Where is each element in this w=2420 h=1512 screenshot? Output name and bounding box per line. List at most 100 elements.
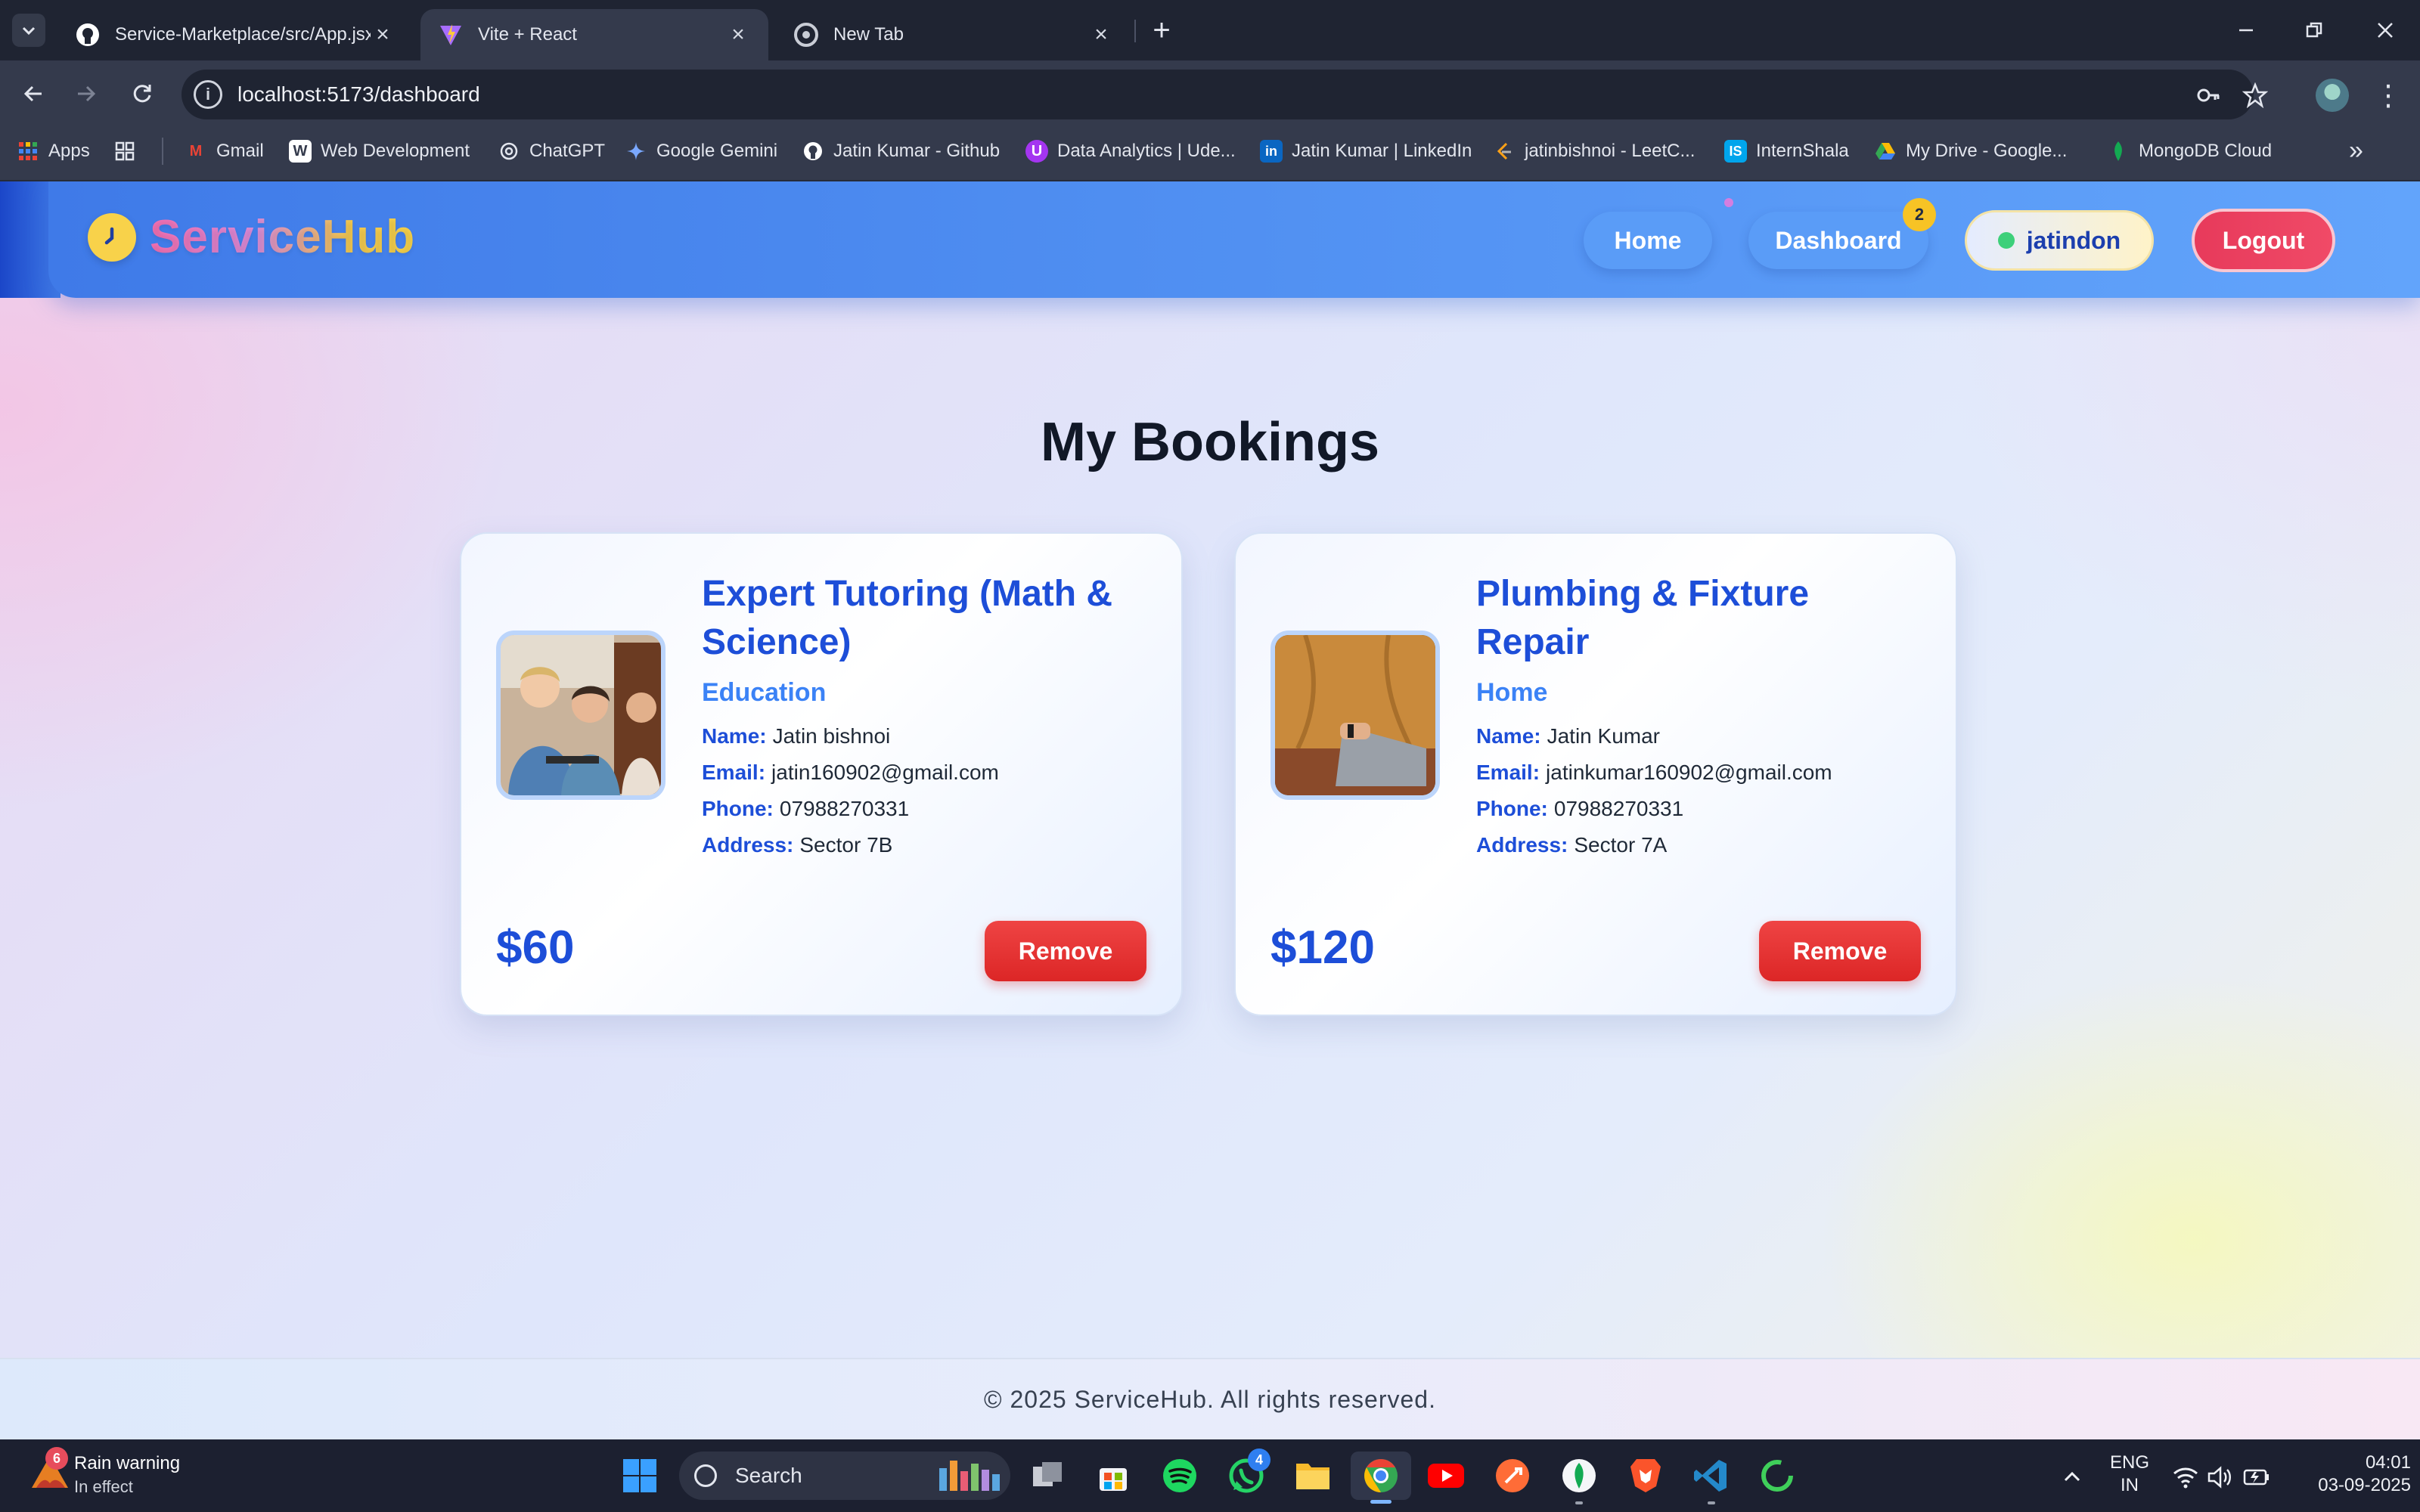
user-badge[interactable]: jatindon [1965, 210, 2154, 271]
back-button[interactable] [15, 76, 51, 112]
bookmark-google-gemini[interactable]: Google Gemini [625, 136, 777, 166]
vscode-icon[interactable] [1691, 1456, 1730, 1495]
tab-groups-button[interactable] [113, 136, 145, 166]
plumbing-photo [1270, 631, 1440, 800]
chevron-up-icon[interactable] [2059, 1464, 2086, 1491]
customer-phone: 07988270331 [779, 797, 910, 820]
address-url[interactable]: localhost:5173/dashboard [237, 80, 480, 109]
nav-home-button[interactable]: Home [1584, 212, 1712, 269]
service-title: Expert Tutoring (Math & Science) [702, 574, 1113, 662]
windows-start-icon[interactable] [620, 1456, 659, 1495]
customer-email-row: Email: jatinkumar160902@gmail.com [1476, 758, 1832, 788]
site-info-icon[interactable]: i [194, 80, 222, 109]
tab-new-tab[interactable]: New Tab × [776, 9, 1131, 60]
bookmark-google-drive[interactable]: My Drive - Google... [1874, 136, 2067, 166]
active-app-indicator [1370, 1500, 1392, 1504]
clock[interactable]: 04:01 03-09-2025 [2290, 1452, 2411, 1497]
tab-search-button[interactable] [12, 14, 45, 47]
bookmark-linkedin[interactable]: in Jatin Kumar | LinkedIn [1260, 136, 1472, 166]
close-icon[interactable]: × [371, 22, 395, 47]
customer-name-row: Name: Jatin Kumar [1476, 721, 1660, 751]
battery-icon[interactable] [2243, 1464, 2270, 1491]
bookmark-mongodb[interactable]: MongoDB Cloud [2107, 136, 2272, 166]
wordpress-icon: W [289, 140, 312, 163]
field-label: Name: [702, 724, 767, 748]
github-icon [76, 23, 100, 47]
address-bar[interactable] [182, 70, 2254, 119]
bookmark-chatgpt[interactable]: ChatGPT [498, 136, 605, 166]
spotify-icon[interactable] [1160, 1456, 1199, 1495]
chrome-icon[interactable] [1361, 1456, 1401, 1495]
volume-icon[interactable] [2207, 1464, 2234, 1491]
brave-icon[interactable] [1626, 1456, 1665, 1495]
password-key-icon[interactable] [2192, 79, 2225, 112]
reload-button[interactable] [124, 76, 160, 112]
booking-price: $120 [1270, 922, 1375, 974]
tab-title: Service-Marketplace/src/App.jsx [115, 24, 371, 45]
bookmark-apps[interactable]: Apps [17, 136, 90, 166]
bookmark-leetcode[interactable]: jatinbishnoi - LeetC... [1493, 136, 1695, 166]
bookmark-web-development[interactable]: W Web Development [289, 136, 470, 166]
minimize-icon [2239, 29, 2253, 32]
clock-logo-icon[interactable] [88, 213, 136, 262]
tab-separator [1134, 20, 1136, 42]
udemy-icon: U [1025, 140, 1048, 163]
bookmark-github[interactable]: Jatin Kumar - Github [802, 136, 1000, 166]
logout-button[interactable]: Logout [2192, 209, 2335, 272]
bookmark-gmail[interactable]: M Gmail [185, 136, 264, 166]
running-app-indicator [1575, 1501, 1583, 1504]
search-icon [694, 1464, 717, 1487]
close-icon[interactable]: × [1089, 22, 1113, 47]
close-window-button[interactable] [2363, 11, 2408, 50]
weather-title[interactable]: Rain warning [74, 1452, 180, 1476]
close-icon[interactable]: × [726, 22, 750, 47]
mongodb-leaf-icon [2107, 140, 2130, 163]
leetcode-icon [1493, 140, 1516, 163]
more-menu-icon[interactable]: ⋮ [2373, 79, 2403, 112]
file-explorer-icon[interactable] [1293, 1456, 1333, 1495]
brand-logo[interactable]: ServiceHub [150, 209, 415, 266]
linkedin-icon: in [1260, 140, 1283, 163]
chatgpt-icon [498, 140, 520, 163]
bookmark-udemy[interactable]: U Data Analytics | Ude... [1025, 136, 1236, 166]
postman-icon[interactable] [1493, 1456, 1532, 1495]
youtube-icon[interactable] [1426, 1456, 1466, 1495]
running-app-indicator [1708, 1501, 1715, 1504]
restore-button[interactable] [2291, 11, 2337, 50]
tab-github[interactable]: Service-Marketplace/src/App.jsx × [57, 9, 413, 60]
page-title: My Bookings [1040, 412, 1380, 472]
loading-spinner-icon[interactable] [1758, 1456, 1797, 1495]
microsoft-store-icon[interactable] [1094, 1456, 1133, 1495]
tab-vite-react[interactable]: Vite + React × [420, 9, 768, 60]
whatsapp-unread-badge: 4 [1248, 1448, 1270, 1471]
weather-subtitle[interactable]: In effect [74, 1476, 133, 1498]
new-tab-button[interactable]: + [1145, 14, 1178, 47]
profile-avatar[interactable] [2316, 79, 2349, 112]
field-label: Email: [1476, 761, 1540, 784]
mongodb-compass-icon[interactable] [1559, 1456, 1599, 1495]
bookmarks-separator [162, 138, 163, 165]
remove-booking-button[interactable]: Remove [985, 921, 1146, 981]
bookmark-internshala[interactable]: IS InternShala [1724, 136, 1849, 166]
field-label: Email: [702, 761, 766, 784]
language-indicator[interactable]: ENG IN [2105, 1452, 2154, 1497]
remove-booking-button[interactable]: Remove [1759, 921, 1921, 981]
customer-phone-row: Phone: 07988270331 [702, 794, 909, 824]
field-label: Phone: [1476, 797, 1548, 820]
customer-address: Sector 7A [1574, 833, 1668, 857]
star-icon[interactable] [2238, 79, 2272, 112]
restore-icon [2306, 22, 2322, 38]
forward-button[interactable] [68, 76, 104, 112]
bookmarks-overflow-icon[interactable]: » [2349, 136, 2363, 166]
bookmark-label: Jatin Kumar - Github [833, 141, 1001, 161]
gmail-icon: M [189, 142, 203, 160]
tab-title: Vite + React [478, 24, 577, 45]
task-view-icon[interactable] [1028, 1456, 1068, 1495]
grid-icon [113, 140, 136, 163]
field-label: Address: [1476, 833, 1568, 857]
taskbar [0, 1439, 2420, 1512]
minimize-button[interactable] [2223, 11, 2269, 50]
bookmark-label: Gmail [216, 141, 264, 161]
nav-dashboard-button[interactable]: Dashboard [1748, 212, 1928, 269]
wifi-icon[interactable] [2172, 1464, 2199, 1491]
